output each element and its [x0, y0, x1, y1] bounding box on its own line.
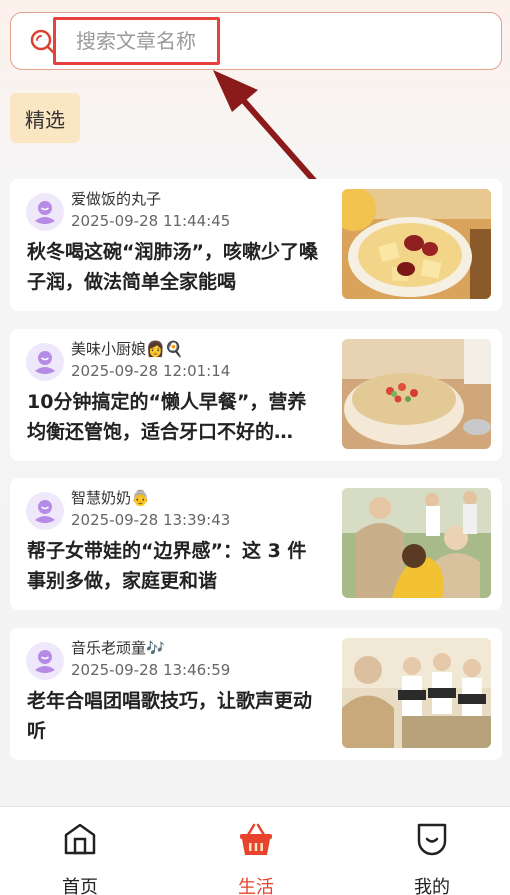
article-card[interactable]: 智慧奶奶👵 2025-09-28 13:39:43 帮子女带娃的“边界感”：这 …	[10, 478, 502, 610]
search-input[interactable]	[53, 17, 220, 65]
nav-label-profile: 我的	[414, 877, 450, 895]
author-name: 爱做饭的丸子	[71, 190, 162, 208]
publish-time: 2025-09-28 11:44:45	[71, 212, 231, 230]
choir-image	[342, 638, 491, 748]
avatar-icon	[35, 201, 55, 224]
avatar	[26, 193, 64, 231]
oatmeal-bowl-image	[342, 339, 491, 449]
nav-item-profile[interactable]: 我的	[372, 807, 492, 895]
article-card[interactable]: 爱做饭的丸子 2025-09-28 11:44:45 秋冬喝这碗“润肺汤”，咳嗽…	[10, 179, 502, 311]
tab-featured[interactable]: 精选	[10, 93, 80, 143]
article-title[interactable]: 老年合唱团唱歌技巧，让歌声更动听	[27, 686, 325, 746]
basket-icon	[240, 823, 272, 855]
pear-soup-image	[342, 189, 491, 299]
grandparents-child-image	[342, 488, 491, 598]
nav-label-life: 生活	[238, 877, 274, 895]
author-name: 智慧奶奶👵	[71, 489, 150, 507]
avatar-icon	[35, 650, 55, 673]
home-icon	[64, 823, 96, 855]
nav-item-life[interactable]: 生活	[196, 807, 316, 895]
bottom-nav: 首页 生活 我的	[0, 806, 510, 895]
article-title[interactable]: 10分钟搞定的“懒人早餐”，营养均衡还管饱，适合牙口不好的…	[27, 387, 325, 447]
article-title[interactable]: 帮子女带娃的“边界感”：这 3 件事别多做，家庭更和谐	[27, 536, 325, 596]
avatar	[26, 343, 64, 381]
publish-time: 2025-09-28 12:01:14	[71, 362, 231, 380]
nav-item-home[interactable]: 首页	[20, 807, 140, 895]
publish-time: 2025-09-28 13:46:59	[71, 661, 231, 679]
nav-label-home: 首页	[62, 877, 98, 895]
author-name: 音乐老顽童🎶	[71, 639, 165, 657]
avatar	[26, 642, 64, 680]
tab-featured-label: 精选	[25, 107, 65, 132]
publish-time: 2025-09-28 13:39:43	[71, 511, 231, 529]
avatar	[26, 492, 64, 530]
avatar-icon	[35, 500, 55, 523]
avatar-icon	[35, 351, 55, 374]
search-bar[interactable]	[10, 12, 502, 70]
author-name: 美味小厨娘👩🍳	[71, 340, 184, 358]
profile-face-icon	[417, 823, 447, 856]
article-card[interactable]: 美味小厨娘👩🍳 2025-09-28 12:01:14 10分钟搞定的“懒人早餐…	[10, 329, 502, 461]
article-title[interactable]: 秋冬喝这碗“润肺汤”，咳嗽少了嗓子润，做法简单全家能喝	[27, 237, 325, 297]
article-card[interactable]: 音乐老顽童🎶 2025-09-28 13:46:59 老年合唱团唱歌技巧，让歌声…	[10, 628, 502, 760]
